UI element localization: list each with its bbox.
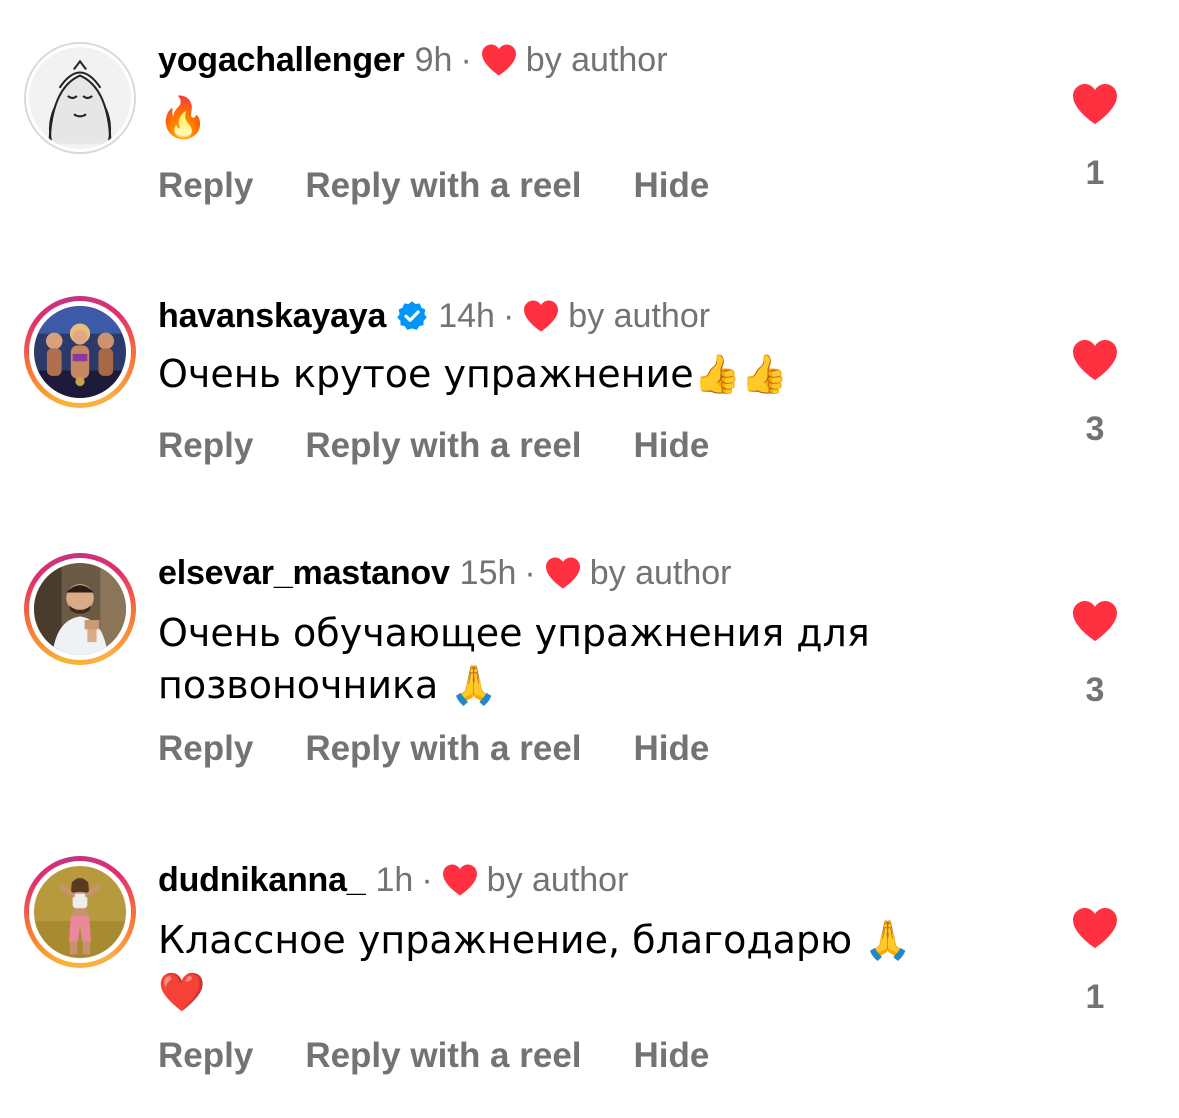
- heart-icon[interactable]: [1071, 599, 1119, 643]
- reply-button[interactable]: Reply: [158, 424, 253, 468]
- liked-by-author-heart-icon: [524, 300, 559, 332]
- comment-header: dudnikanna_ 1h · by author: [158, 860, 628, 900]
- separator-dot: ·: [421, 861, 433, 899]
- liked-by-author-heart-icon: [481, 44, 516, 76]
- like-control[interactable]: 3: [1070, 338, 1120, 449]
- like-count: 1: [1085, 978, 1105, 1016]
- hide-button[interactable]: Hide: [634, 1034, 710, 1078]
- separator-dot: ·: [502, 297, 515, 335]
- like-count: 1: [1085, 154, 1105, 192]
- avatar[interactable]: [24, 553, 136, 665]
- like-control[interactable]: 1: [1070, 82, 1120, 193]
- like-count: 3: [1085, 410, 1105, 448]
- hide-button[interactable]: Hide: [634, 164, 710, 208]
- username[interactable]: havanskayaya: [158, 296, 386, 336]
- timestamp: 1h: [375, 861, 414, 899]
- by-author-label: by author: [525, 41, 668, 79]
- avatar[interactable]: [24, 296, 136, 408]
- timestamp: 15h: [459, 554, 517, 592]
- separator-dot: ·: [524, 554, 536, 592]
- reply-with-reel-button[interactable]: Reply with a reel: [305, 164, 581, 208]
- avatar[interactable]: [24, 856, 136, 968]
- hide-button[interactable]: Hide: [634, 424, 710, 468]
- username[interactable]: elsevar_mastanov: [158, 553, 450, 593]
- like-count: 3: [1085, 671, 1105, 709]
- avatar-image: [34, 866, 126, 958]
- hide-button[interactable]: Hide: [634, 727, 710, 771]
- avatar[interactable]: [24, 42, 136, 154]
- comment-actions: Reply Reply with a reel Hide: [158, 164, 709, 208]
- heart-icon[interactable]: [1071, 82, 1119, 126]
- avatar-image: [34, 563, 126, 655]
- comment-text: Очень крутое упражнение👍👍: [158, 352, 789, 396]
- comment-text: 🔥: [158, 95, 208, 141]
- timestamp: 14h: [438, 297, 495, 335]
- reply-with-reel-button[interactable]: Reply with a reel: [305, 1034, 581, 1078]
- by-author-label: by author: [486, 861, 629, 899]
- liked-by-author-heart-icon: [545, 557, 580, 589]
- reply-button[interactable]: Reply: [158, 1034, 253, 1078]
- by-author-label: by author: [568, 297, 711, 335]
- avatar-image: [29, 47, 131, 149]
- reply-button[interactable]: Reply: [158, 727, 253, 771]
- username[interactable]: dudnikanna_: [158, 860, 366, 900]
- avatar-image: [34, 306, 126, 398]
- like-control[interactable]: 3: [1070, 599, 1120, 710]
- reply-button[interactable]: Reply: [158, 164, 253, 208]
- timestamp: 9h: [414, 41, 453, 79]
- verified-badge-icon: [397, 301, 427, 330]
- comment-header: elsevar_mastanov 15h · by author: [158, 553, 732, 593]
- heart-icon[interactable]: [1071, 906, 1119, 950]
- username[interactable]: yogachallenger: [158, 40, 405, 80]
- liked-by-author-heart-icon: [442, 864, 477, 896]
- comment-actions: Reply Reply with a reel Hide: [158, 424, 709, 468]
- comment-text: Очень обучающее упражнения для позвоночн…: [158, 611, 870, 707]
- separator-dot: ·: [460, 41, 472, 79]
- reply-with-reel-button[interactable]: Reply with a reel: [305, 727, 581, 771]
- comment-header: yogachallenger 9h · by author: [158, 40, 668, 80]
- comment-actions: Reply Reply with a reel Hide: [158, 1034, 709, 1078]
- comment-header: havanskayaya 14h · by author: [158, 296, 710, 336]
- comment-actions: Reply Reply with a reel Hide: [158, 727, 709, 771]
- by-author-label: by author: [589, 554, 732, 592]
- reply-with-reel-button[interactable]: Reply with a reel: [305, 424, 581, 468]
- like-control[interactable]: 1: [1070, 906, 1120, 1017]
- heart-icon[interactable]: [1071, 338, 1119, 382]
- comment-text: Классное упражнение, благодарю 🙏 ❤️: [158, 918, 912, 1014]
